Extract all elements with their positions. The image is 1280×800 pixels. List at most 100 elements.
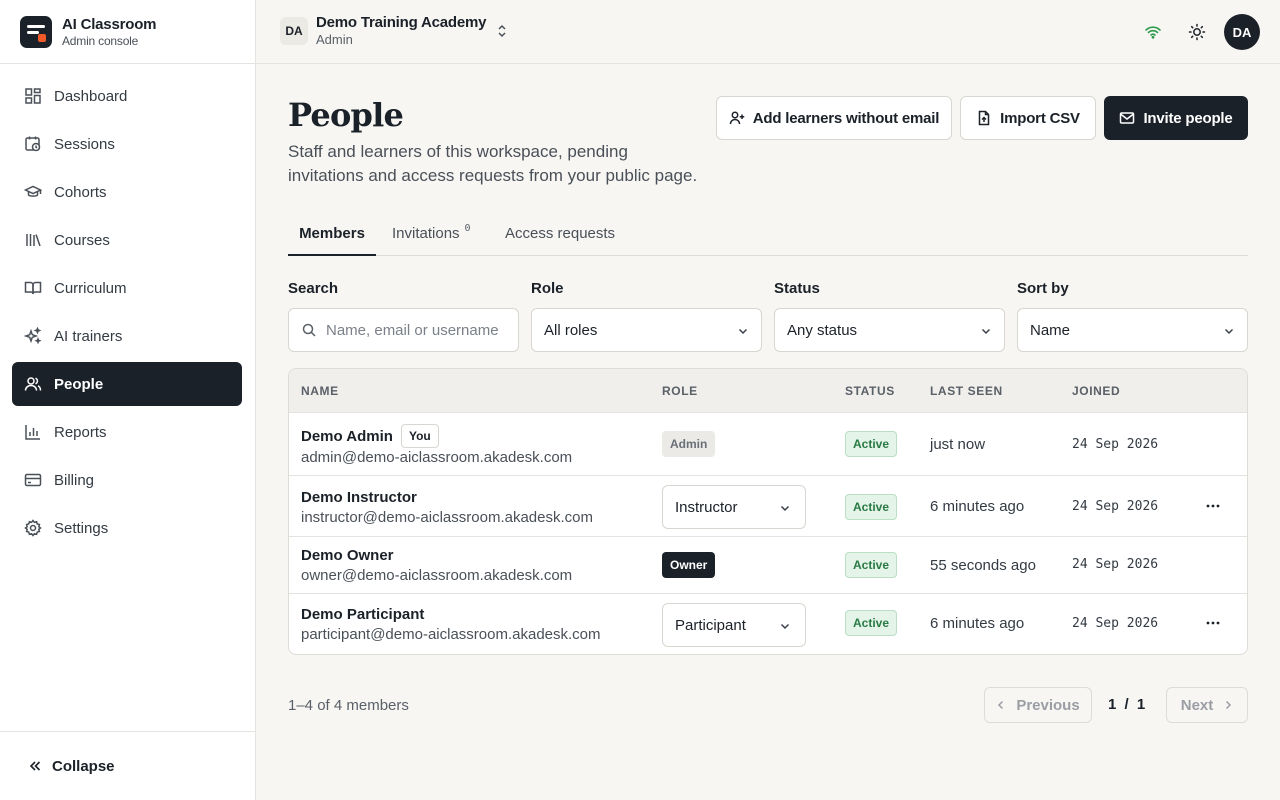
file-upload-icon (976, 110, 992, 126)
tab-label: Members (299, 225, 365, 242)
tab-access-requests[interactable]: Access requests (505, 213, 615, 256)
you-badge: You (400, 424, 439, 448)
page-subtitle: Staff and learners of this workspace, pe… (288, 142, 698, 185)
last-seen: 6 minutes ago (930, 615, 1025, 632)
chevron-down-icon (1223, 325, 1235, 337)
chevron-right-icon (1223, 700, 1233, 710)
chevron-up-down-icon (496, 23, 508, 39)
sessions-icon (24, 135, 42, 153)
more-actions-icon[interactable] (1202, 612, 1224, 634)
courses-icon (24, 231, 42, 249)
joined-date: 24 Sep 2026 (1072, 499, 1159, 514)
column-header-joined[interactable]: JOINED (1072, 384, 1120, 398)
sidebar-item-label: Dashboard (54, 87, 128, 105)
user-plus-icon (729, 110, 745, 126)
member-name-text: Demo Participant (301, 606, 425, 623)
sidebar-item-reports[interactable]: Reports (12, 410, 242, 454)
workspace-switcher[interactable]: DA Demo Training Academy Admin (280, 14, 508, 47)
search-label: Search (288, 280, 339, 297)
brand-title: AI Classroom (62, 15, 157, 33)
cohorts-icon (24, 183, 42, 201)
sidebar-item-people[interactable]: People (12, 362, 242, 406)
sidebar-item-label: Curriculum (54, 279, 127, 297)
sidebar-item-dashboard[interactable]: Dashboard (12, 74, 242, 118)
member-name: Demo Owner (301, 547, 394, 564)
search-input[interactable] (326, 321, 506, 339)
sidebar-item-courses[interactable]: Courses (12, 218, 242, 262)
column-header-last-seen[interactable]: LAST SEEN (930, 384, 1003, 398)
invite-people-button[interactable]: Invite people (1104, 96, 1248, 140)
chevron-down-icon (980, 325, 992, 337)
tab-label: Access requests (505, 225, 616, 242)
status-badge: Active (845, 494, 898, 520)
sidebar-item-ai-trainers[interactable]: AI trainers (12, 314, 242, 358)
member-name-text: Demo Owner (301, 547, 394, 564)
member-email: admin@demo-aiclassroom.akadesk.com (301, 449, 573, 466)
settings-icon (24, 519, 42, 537)
people-tabs: Members Invitations 0 Access requests (288, 213, 1248, 256)
search-field[interactable] (288, 308, 519, 352)
last-seen: 55 seconds ago (930, 557, 1036, 574)
sidebar-item-label: Reports (54, 423, 107, 441)
chevron-down-icon (779, 620, 791, 632)
chevrons-left-icon (28, 759, 42, 773)
column-header-name[interactable]: NAME (301, 384, 339, 398)
sidebar-item-label: Courses (54, 231, 110, 249)
status-filter-select[interactable]: Any status (774, 308, 1005, 352)
reports-icon (24, 423, 42, 441)
column-header-status[interactable]: STATUS (845, 384, 895, 398)
sidebar-item-settings[interactable]: Settings (12, 506, 242, 550)
member-email: participant@demo-aiclassroom.akadesk.com (301, 626, 601, 643)
member-name: Demo Admin You (301, 424, 439, 448)
sort-select[interactable]: Name (1017, 308, 1248, 352)
table-row: Demo Owner owner@demo-aiclassroom.akades… (289, 537, 1247, 594)
table-row: Demo Participant participant@demo-aiclas… (289, 594, 1247, 654)
next-page-button[interactable]: Next (1166, 687, 1248, 723)
page-title: People (288, 96, 404, 134)
sidebar-item-label: Settings (54, 519, 109, 537)
collapse-sidebar-button[interactable]: Collapse (0, 731, 255, 800)
tab-members[interactable]: Members (288, 213, 376, 256)
role-select-value: Participant (675, 616, 746, 634)
column-header-role[interactable]: ROLE (662, 384, 698, 398)
tab-invitations[interactable]: Invitations 0 (392, 213, 471, 256)
sort-label: Sort by (1017, 280, 1069, 297)
search-icon (301, 322, 317, 338)
table-row: Demo Admin You admin@demo-aiclassroom.ak… (289, 413, 1247, 476)
connection-status-icon (1144, 23, 1162, 41)
role-select[interactable]: Instructor (662, 485, 806, 529)
role-select[interactable]: Participant (662, 603, 806, 647)
member-email: instructor@demo-aiclassroom.akadesk.com (301, 509, 593, 526)
status-filter-value: Any status (787, 321, 858, 339)
member-count-summary: 1–4 of 4 members (288, 697, 409, 714)
chevron-down-icon (737, 325, 749, 337)
table-row: Demo Instructor instructor@demo-aiclassr… (289, 476, 1247, 537)
last-seen: 6 minutes ago (930, 498, 1025, 515)
sidebar-item-cohorts[interactable]: Cohorts (12, 170, 242, 214)
curriculum-icon (24, 279, 42, 297)
theme-toggle-sun-icon[interactable] (1188, 23, 1206, 41)
role-select-value: Instructor (675, 498, 738, 516)
import-csv-button[interactable]: Import CSV (960, 96, 1096, 140)
invite-people-label: Invite people (1143, 109, 1233, 127)
role-filter-value: All roles (544, 321, 598, 339)
page-indicator: 1 / 1 (1108, 696, 1146, 713)
chevron-down-icon (779, 502, 791, 514)
add-learners-label: Add learners without email (752, 109, 940, 127)
sparkles-icon (24, 327, 42, 345)
sidebar-item-sessions[interactable]: Sessions (12, 122, 242, 166)
role-filter-select[interactable]: All roles (531, 308, 762, 352)
sidebar-item-curriculum[interactable]: Curriculum (12, 266, 242, 310)
member-email: owner@demo-aiclassroom.akadesk.com (301, 567, 573, 584)
sidebar-item-billing[interactable]: Billing (12, 458, 242, 502)
app-logo-icon (20, 15, 52, 48)
brand-subtitle: Admin console (62, 33, 139, 48)
status-badge: Active (845, 431, 898, 457)
user-avatar[interactable]: DA (1224, 14, 1260, 50)
add-learners-without-email-button[interactable]: Add learners without email (716, 96, 952, 140)
billing-icon (24, 471, 42, 489)
more-actions-icon[interactable] (1202, 495, 1224, 517)
brand[interactable]: AI Classroom Admin console (0, 0, 255, 64)
sidebar-nav: Dashboard Sessions Cohorts Courses Curri… (0, 64, 255, 550)
previous-page-button[interactable]: Previous (984, 687, 1092, 723)
